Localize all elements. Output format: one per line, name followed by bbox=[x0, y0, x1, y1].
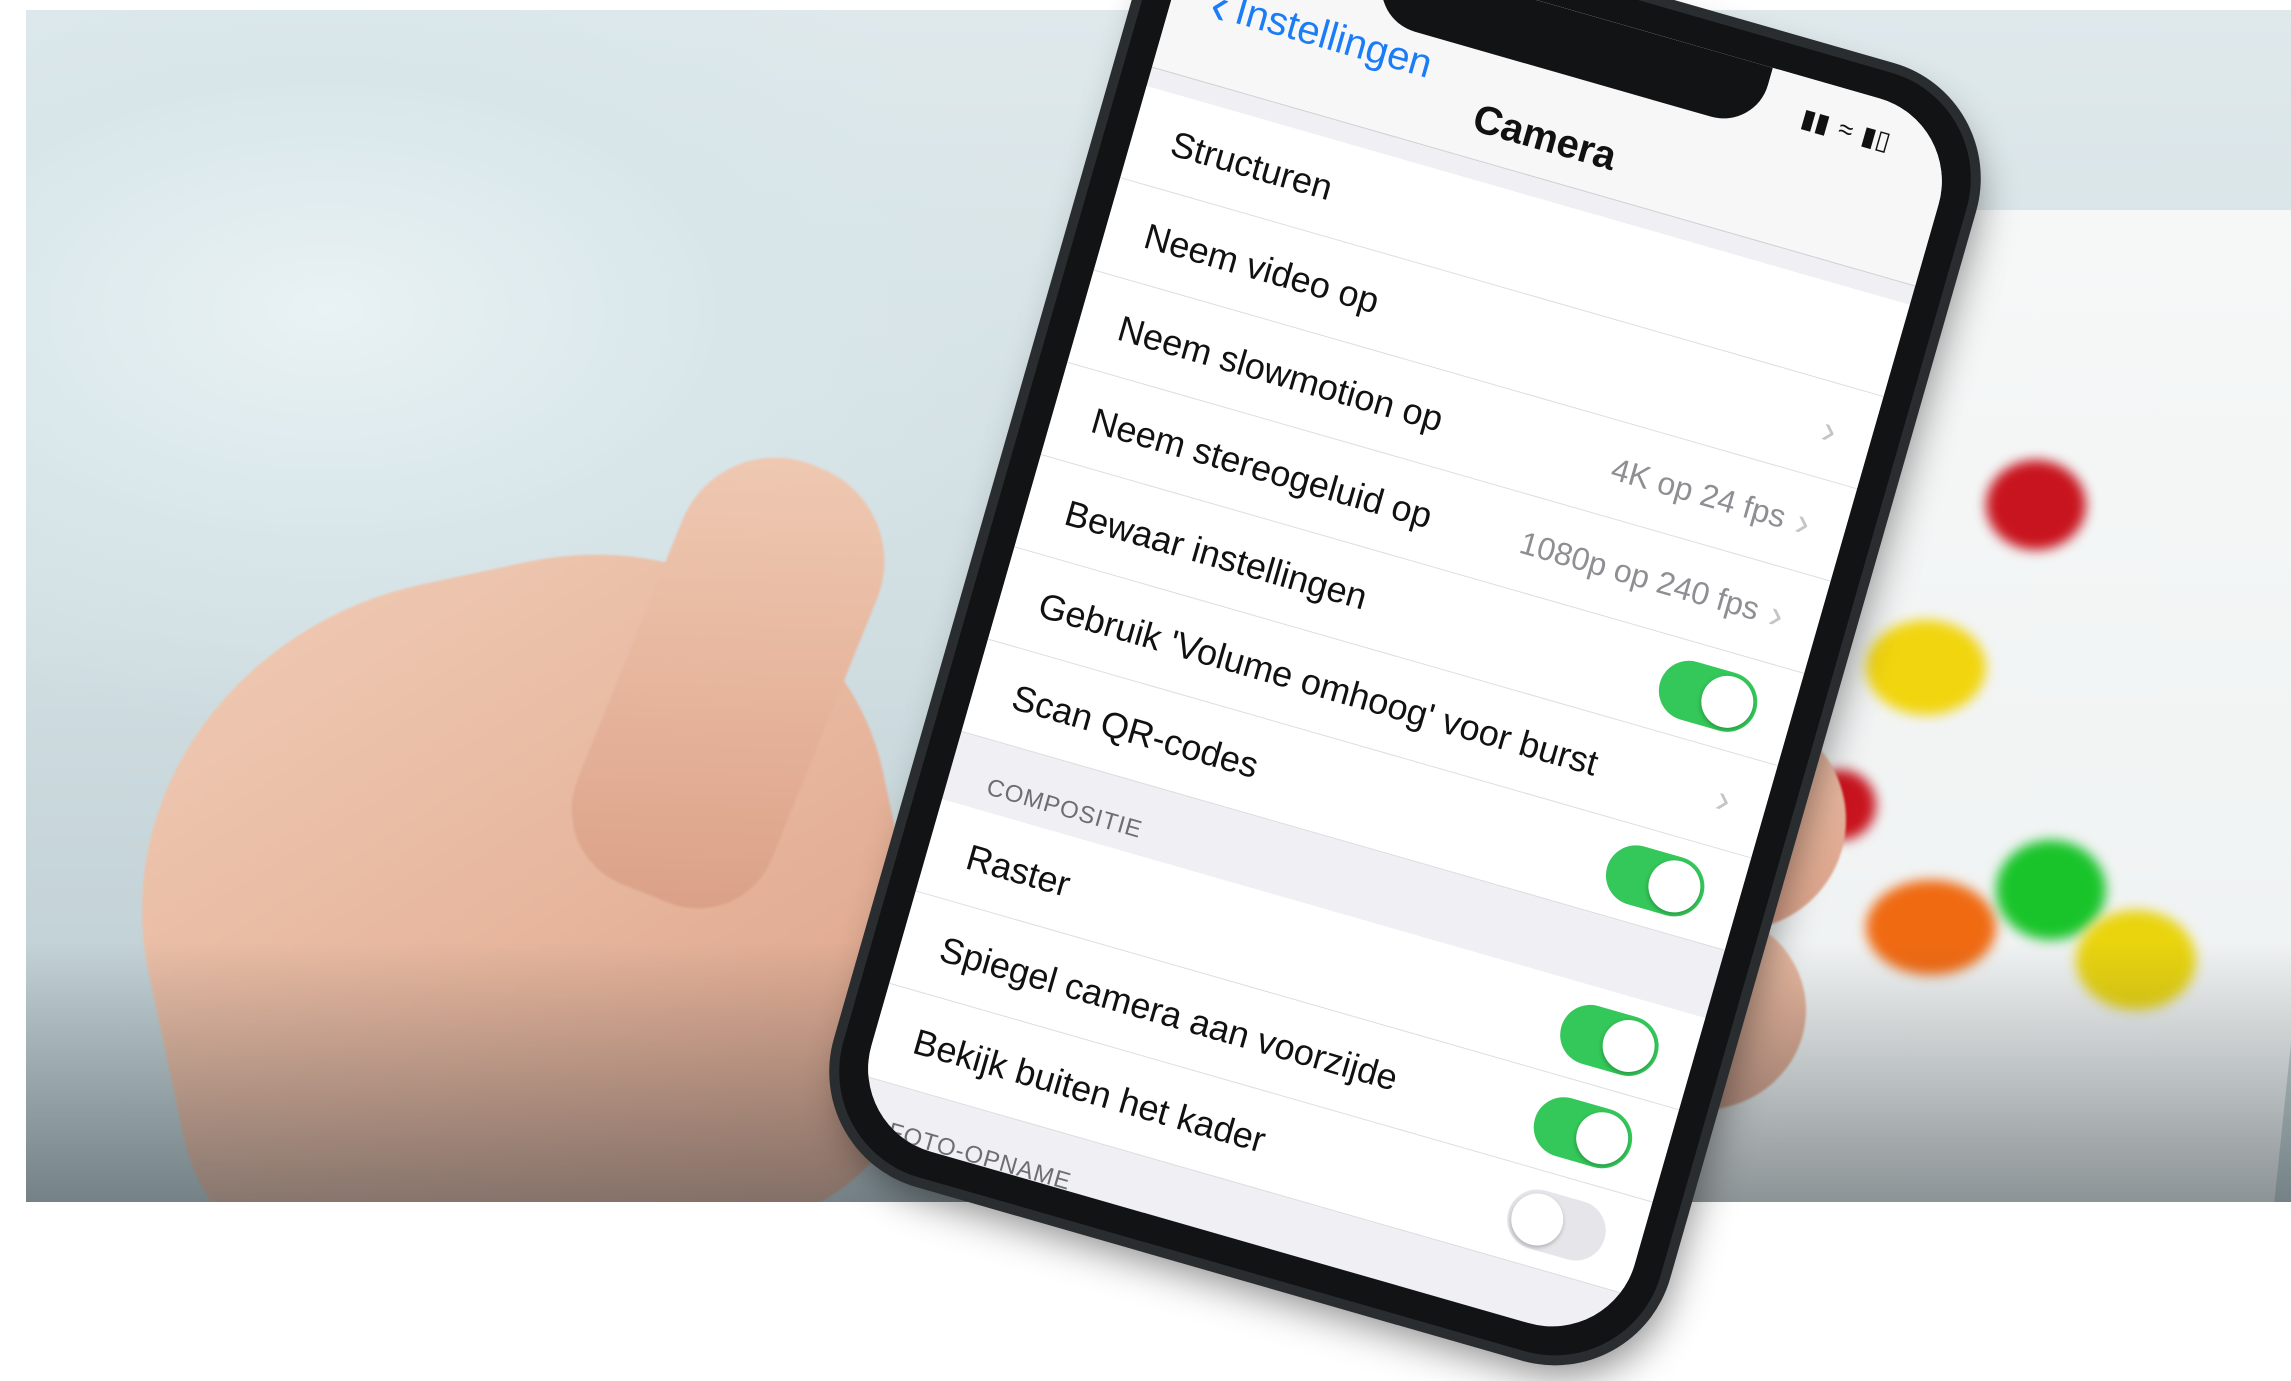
toggle-knob bbox=[1642, 853, 1707, 919]
toggle-switch[interactable] bbox=[1651, 653, 1765, 739]
candy-green bbox=[1996, 840, 2106, 940]
chevron-right-icon: › bbox=[1764, 592, 1789, 638]
candy-orange bbox=[1866, 880, 1996, 975]
settings-row-value: 4K op 24 fps bbox=[1607, 450, 1790, 535]
toggle-knob bbox=[1570, 1105, 1635, 1170]
toggle-switch[interactable] bbox=[1500, 1181, 1613, 1268]
wifi-icon: ≈ bbox=[1834, 112, 1857, 146]
toggle-knob bbox=[1695, 669, 1760, 734]
toggle-switch[interactable] bbox=[1598, 837, 1712, 924]
candy-yellow bbox=[1866, 620, 1986, 715]
candy-red bbox=[1986, 460, 2086, 550]
toggle-switch[interactable] bbox=[1553, 997, 1666, 1083]
chevron-right-icon: › bbox=[1790, 499, 1816, 546]
toggle-knob bbox=[1505, 1186, 1570, 1252]
toggle-switch[interactable] bbox=[1526, 1089, 1640, 1175]
candy-yellow-2 bbox=[2076, 910, 2196, 1010]
toggle-knob bbox=[1596, 1013, 1661, 1078]
